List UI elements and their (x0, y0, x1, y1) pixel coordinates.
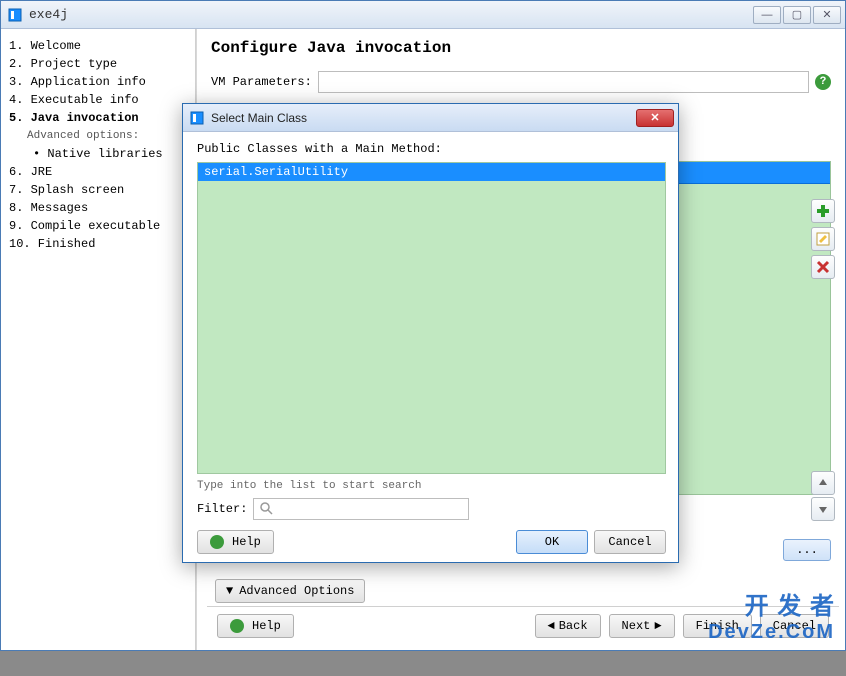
filter-row: Filter: (197, 498, 666, 520)
window-title: exe4j (29, 7, 68, 22)
sidebar-item-native-libraries[interactable]: Native libraries (9, 145, 191, 163)
dialog-body: Public Classes with a Main Method: seria… (183, 132, 678, 562)
main-window: exe4j — ▢ ✕ 1. Welcome2. Project type3. … (0, 0, 846, 651)
wizard-sidebar: 1. Welcome2. Project type3. Application … (1, 29, 196, 650)
remove-button[interactable] (811, 255, 835, 279)
dialog-footer: Help OK Cancel (197, 520, 666, 554)
page-title: Configure Java invocation (211, 39, 831, 57)
app-icon (7, 7, 23, 23)
vm-parameters-input[interactable] (318, 71, 809, 93)
dialog-title: Select Main Class (211, 111, 307, 125)
wizard-step-4[interactable]: 4. Executable info (9, 91, 191, 109)
next-button[interactable]: Next► (609, 614, 675, 638)
back-button[interactable]: ◄Back (535, 614, 601, 638)
class-list[interactable]: serial.SerialUtility (197, 162, 666, 474)
class-list-label: Public Classes with a Main Method: (197, 142, 666, 156)
dialog-help-button[interactable]: Help (197, 530, 274, 554)
select-main-class-dialog: Select Main Class ✕ Public Classes with … (182, 103, 679, 563)
browse-button[interactable]: ... (783, 539, 831, 561)
wizard-step-1[interactable]: 1. Welcome (9, 37, 191, 55)
vm-parameters-label: VM Parameters: (211, 75, 312, 89)
add-button[interactable] (811, 199, 835, 223)
arrow-right-icon: ► (654, 619, 661, 633)
list-tool-stack (811, 199, 835, 279)
wizard-step-5[interactable]: 5. Java invocation (9, 109, 191, 127)
wizard-step-7[interactable]: 7. Splash screen (9, 181, 191, 199)
finish-button[interactable]: Finish (683, 614, 752, 638)
wizard-step-9[interactable]: 9. Compile executable (9, 217, 191, 235)
reorder-stack (811, 471, 835, 521)
dialog-icon (189, 110, 205, 126)
filter-label: Filter: (197, 502, 247, 516)
search-hint: Type into the list to start search (197, 480, 666, 492)
wizard-nav-bar: Help ◄Back Next► Finish Cancel (207, 606, 839, 644)
move-down-button[interactable] (811, 497, 835, 521)
dialog-titlebar: Select Main Class ✕ (183, 104, 678, 132)
main-titlebar: exe4j — ▢ ✕ (1, 1, 845, 29)
wizard-step-8[interactable]: 8. Messages (9, 199, 191, 217)
window-controls: — ▢ ✕ (753, 6, 841, 24)
wizard-step-2[interactable]: 2. Project type (9, 55, 191, 73)
wizard-step-6[interactable]: 6. JRE (9, 163, 191, 181)
vm-parameters-row: VM Parameters: ? (211, 71, 831, 93)
advanced-options-button[interactable]: ▼ Advanced Options (215, 579, 365, 603)
cancel-button[interactable]: Cancel (760, 614, 829, 638)
class-item[interactable]: serial.SerialUtility (198, 163, 665, 181)
help-button[interactable]: Help (217, 614, 294, 638)
advanced-options-label: Advanced options: (9, 127, 191, 145)
wizard-step-10[interactable]: 10. Finished (9, 235, 191, 253)
minimize-button[interactable]: — (753, 6, 781, 24)
dialog-cancel-button[interactable]: Cancel (594, 530, 666, 554)
help-icon[interactable]: ? (815, 74, 831, 90)
chevron-down-icon: ▼ (226, 584, 233, 598)
arrow-left-icon: ◄ (548, 619, 555, 633)
advanced-options-label: Advanced Options (239, 584, 354, 598)
dialog-close-button[interactable]: ✕ (636, 109, 674, 127)
wizard-step-3[interactable]: 3. Application info (9, 73, 191, 91)
ok-button[interactable]: OK (516, 530, 588, 554)
filter-input[interactable] (253, 498, 469, 520)
close-button[interactable]: ✕ (813, 6, 841, 24)
move-up-button[interactable] (811, 471, 835, 495)
maximize-button[interactable]: ▢ (783, 6, 811, 24)
edit-button[interactable] (811, 227, 835, 251)
